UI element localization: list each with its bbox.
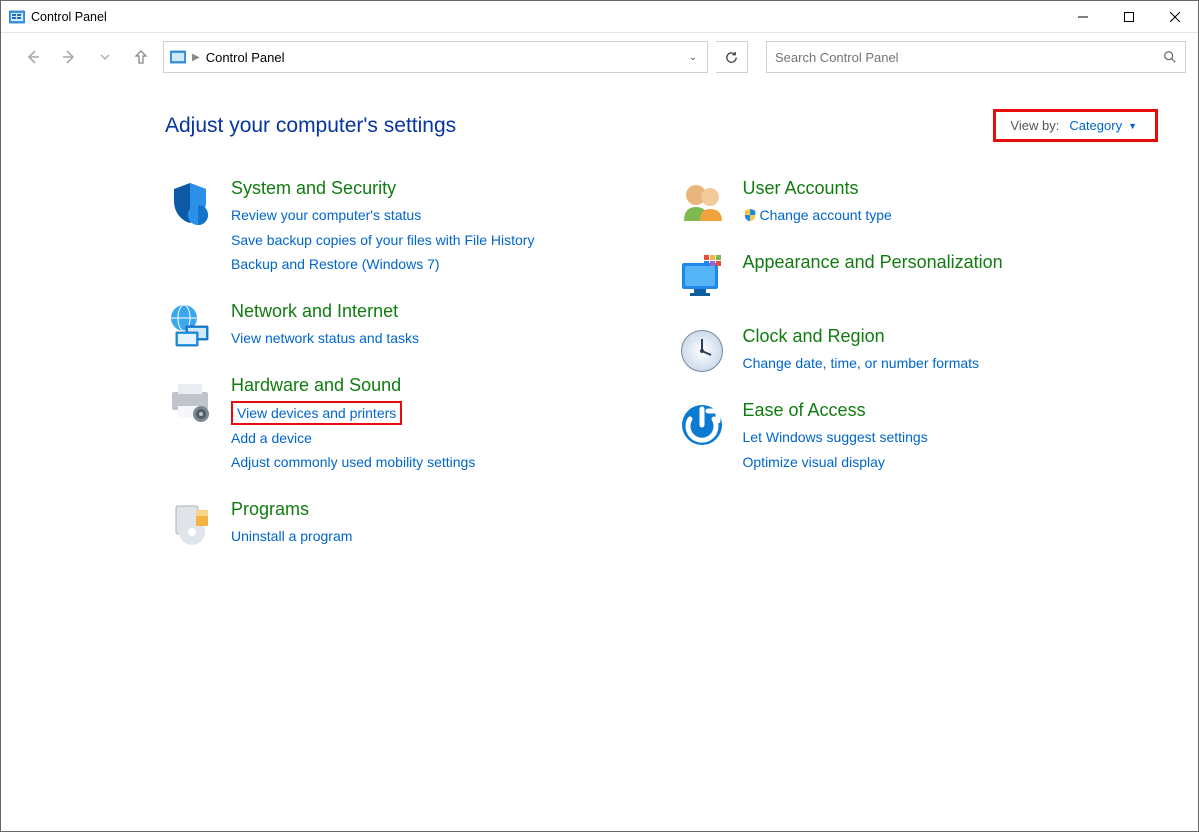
minimize-button[interactable] [1060, 1, 1106, 33]
link-change-account-type[interactable]: Change account type [743, 203, 1159, 228]
network-icon [165, 301, 215, 351]
link-date-time-formats[interactable]: Change date, time, or number formats [743, 351, 1159, 376]
category-title[interactable]: System and Security [231, 178, 647, 199]
clock-icon [677, 326, 727, 376]
link-mobility-settings[interactable]: Adjust commonly used mobility settings [231, 450, 647, 475]
category-hardware-sound: Hardware and Sound View devices and prin… [165, 375, 647, 475]
link-uninstall-program[interactable]: Uninstall a program [231, 524, 647, 549]
ease-of-access-icon [677, 400, 727, 450]
category-user-accounts: User Accounts Change account type [677, 178, 1159, 228]
close-button[interactable] [1152, 1, 1198, 33]
breadcrumb[interactable]: Control Panel [206, 50, 285, 65]
category-clock-region: Clock and Region Change date, time, or n… [677, 326, 1159, 376]
refresh-button[interactable] [716, 41, 748, 73]
category-system-security: System and Security Review your computer… [165, 178, 647, 277]
link-review-status[interactable]: Review your computer's status [231, 203, 647, 228]
category-ease-of-access: Ease of Access Let Windows suggest setti… [677, 400, 1159, 474]
link-network-status[interactable]: View network status and tasks [231, 326, 647, 351]
link-file-history[interactable]: Save backup copies of your files with Fi… [231, 228, 647, 253]
category-column-left: System and Security Review your computer… [165, 178, 647, 573]
chevron-right-icon: ▶ [192, 52, 200, 63]
link-devices-printers[interactable]: View devices and printers [231, 401, 402, 425]
forward-button[interactable] [55, 43, 83, 71]
view-by-label: View by: [1010, 118, 1059, 133]
chevron-down-icon: ▼ [1128, 121, 1137, 131]
category-appearance-personalization: Appearance and Personalization [677, 252, 1159, 302]
control-panel-small-icon [170, 49, 186, 65]
link-add-device[interactable]: Add a device [231, 426, 647, 451]
appearance-icon [677, 252, 727, 302]
programs-icon [165, 499, 215, 549]
user-accounts-icon [677, 178, 727, 228]
uac-shield-icon [743, 208, 757, 222]
page-heading: Adjust your computer's settings [165, 114, 993, 138]
view-by-selector[interactable]: View by: Category▼ [993, 109, 1158, 142]
category-title[interactable]: Network and Internet [231, 301, 647, 322]
category-title[interactable]: Clock and Region [743, 326, 1159, 347]
address-dropdown[interactable]: ⌄ [681, 52, 705, 63]
shield-icon [165, 178, 215, 228]
search-input[interactable] [775, 50, 1163, 65]
titlebar: Control Panel [1, 1, 1198, 33]
nav-row: ▶ Control Panel ⌄ [1, 33, 1198, 81]
search-box[interactable] [766, 41, 1186, 73]
address-bar[interactable]: ▶ Control Panel ⌄ [163, 41, 708, 73]
link-suggest-settings[interactable]: Let Windows suggest settings [743, 425, 1159, 450]
category-title[interactable]: Ease of Access [743, 400, 1159, 421]
recent-dropdown[interactable] [91, 43, 119, 71]
link-backup-restore[interactable]: Backup and Restore (Windows 7) [231, 252, 647, 277]
control-panel-icon [9, 9, 25, 25]
search-icon[interactable] [1163, 50, 1177, 64]
view-by-value[interactable]: Category▼ [1069, 118, 1137, 133]
content-area: Adjust your computer's settings View by:… [1, 81, 1198, 573]
window-title: Control Panel [31, 10, 107, 24]
printer-icon [165, 375, 215, 425]
category-title[interactable]: Appearance and Personalization [743, 252, 1159, 273]
back-button[interactable] [19, 43, 47, 71]
category-column-right: User Accounts Change account type Appear… [677, 178, 1159, 573]
category-title[interactable]: Hardware and Sound [231, 375, 647, 396]
category-programs: Programs Uninstall a program [165, 499, 647, 549]
category-network-internet: Network and Internet View network status… [165, 301, 647, 351]
up-button[interactable] [127, 43, 155, 71]
maximize-button[interactable] [1106, 1, 1152, 33]
category-title[interactable]: Programs [231, 499, 647, 520]
category-title[interactable]: User Accounts [743, 178, 1159, 199]
link-optimize-display[interactable]: Optimize visual display [743, 450, 1159, 475]
